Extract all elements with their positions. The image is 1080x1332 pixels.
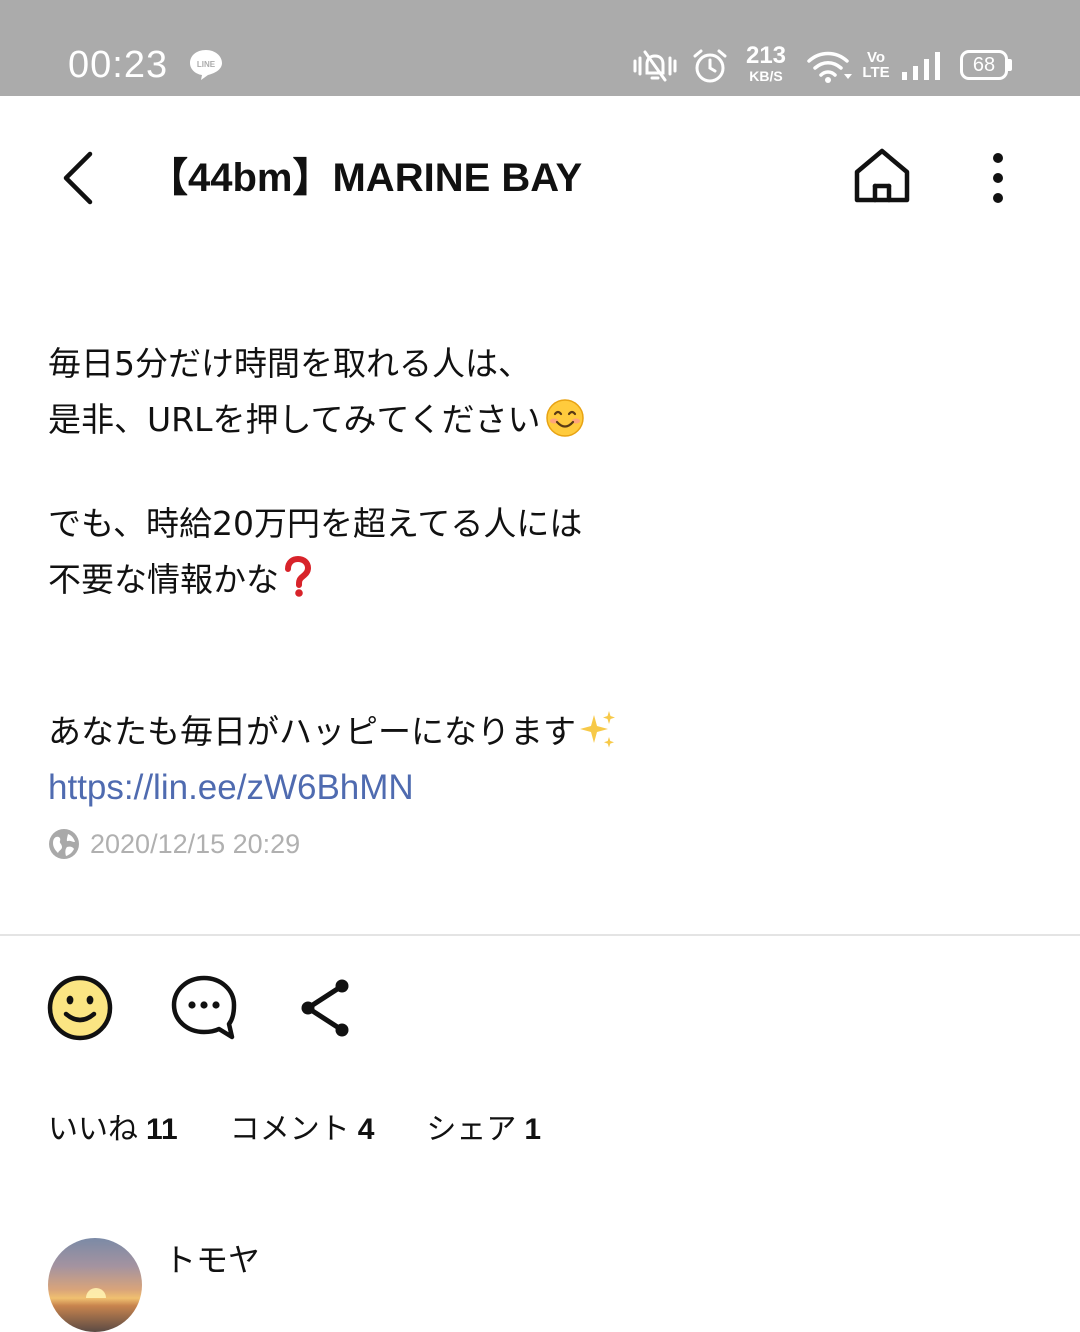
battery-icon: 68 (960, 50, 1008, 80)
share-icon[interactable] (298, 976, 354, 1040)
post-text: 不要な情報かな (48, 560, 279, 599)
like-label: いいね (48, 1112, 138, 1147)
line-app-icon: LINE (190, 50, 222, 80)
status-bar: 00:23 LINE 213 KB/S Vo LTE 68 (0, 0, 1080, 96)
network-speed: 213 KB/S (742, 42, 790, 84)
volte-top: Vo (866, 49, 886, 66)
alarm-icon (693, 49, 727, 83)
home-icon[interactable] (850, 146, 914, 206)
post-line: 是非、URLを押してみてください (48, 392, 808, 448)
volte-bottom: LTE (862, 64, 890, 81)
back-icon[interactable] (56, 148, 102, 208)
reaction-counts: いいね 11 コメント 4 シェア 1 (48, 1108, 593, 1152)
share-count-value: 1 (524, 1113, 542, 1146)
divider (0, 934, 1080, 936)
page-title: 【44bm】MARINE BAY (148, 156, 583, 200)
battery-tip (1008, 59, 1012, 71)
smiling-face-emoji (545, 399, 584, 437)
share-label: シェア (426, 1112, 517, 1147)
comment-count[interactable]: コメント 4 (230, 1108, 375, 1152)
network-speed-value: 213 (745, 42, 787, 69)
wifi-icon (807, 51, 852, 83)
svg-text:LINE: LINE (197, 60, 216, 69)
post-timestamp: 2020/12/15 20:29 (90, 828, 301, 859)
more-icon[interactable] (980, 148, 1016, 208)
network-speed-unit: KB/S (749, 68, 783, 84)
avatar-sun (86, 1288, 106, 1298)
volte-indicator: Vo LTE (862, 50, 890, 80)
status-time: 00:23 (68, 44, 169, 86)
post-line: あなたも毎日がハッピーになります (48, 704, 808, 760)
post-body: 毎日5分だけ時間を取れる人は、 是非、URLを押してみてください でも、時給20… (48, 336, 808, 816)
signal-icon (902, 52, 940, 80)
comment-label: コメント (229, 1112, 350, 1147)
post-text: 是非、URLを押してみてください (48, 400, 541, 439)
like-count-value: 11 (146, 1113, 178, 1146)
vibrate-mute-icon (633, 50, 677, 82)
post-text: でも、時給20万円を超えてる人には (48, 504, 583, 543)
comment-count-value: 4 (357, 1113, 375, 1146)
post-text: 毎日5分だけ時間を取れる人は、 (48, 344, 531, 383)
commenter-name[interactable]: トモヤ (164, 1238, 260, 1282)
post-meta: 2020/12/15 20:29 (48, 826, 300, 862)
like-count[interactable]: いいね 11 (48, 1108, 178, 1152)
battery-level: 68 (972, 54, 996, 76)
comment-icon[interactable] (170, 974, 238, 1042)
share-count[interactable]: シェア 1 (426, 1108, 541, 1152)
post-line: 毎日5分だけ時間を取れる人は、 (48, 336, 808, 392)
like-icon[interactable] (46, 974, 114, 1042)
post-link[interactable]: https://lin.ee/zW6BhMN (48, 763, 414, 813)
post-line: 不要な情報かな (48, 552, 808, 608)
post-text: あなたも毎日がハッピーになります (48, 712, 576, 751)
sparkles-emoji (580, 711, 615, 748)
question-mark-emoji (285, 556, 312, 597)
avatar[interactable] (48, 1238, 142, 1332)
globe-icon (49, 829, 79, 859)
post-line: でも、時給20万円を超えてる人には (48, 496, 808, 552)
